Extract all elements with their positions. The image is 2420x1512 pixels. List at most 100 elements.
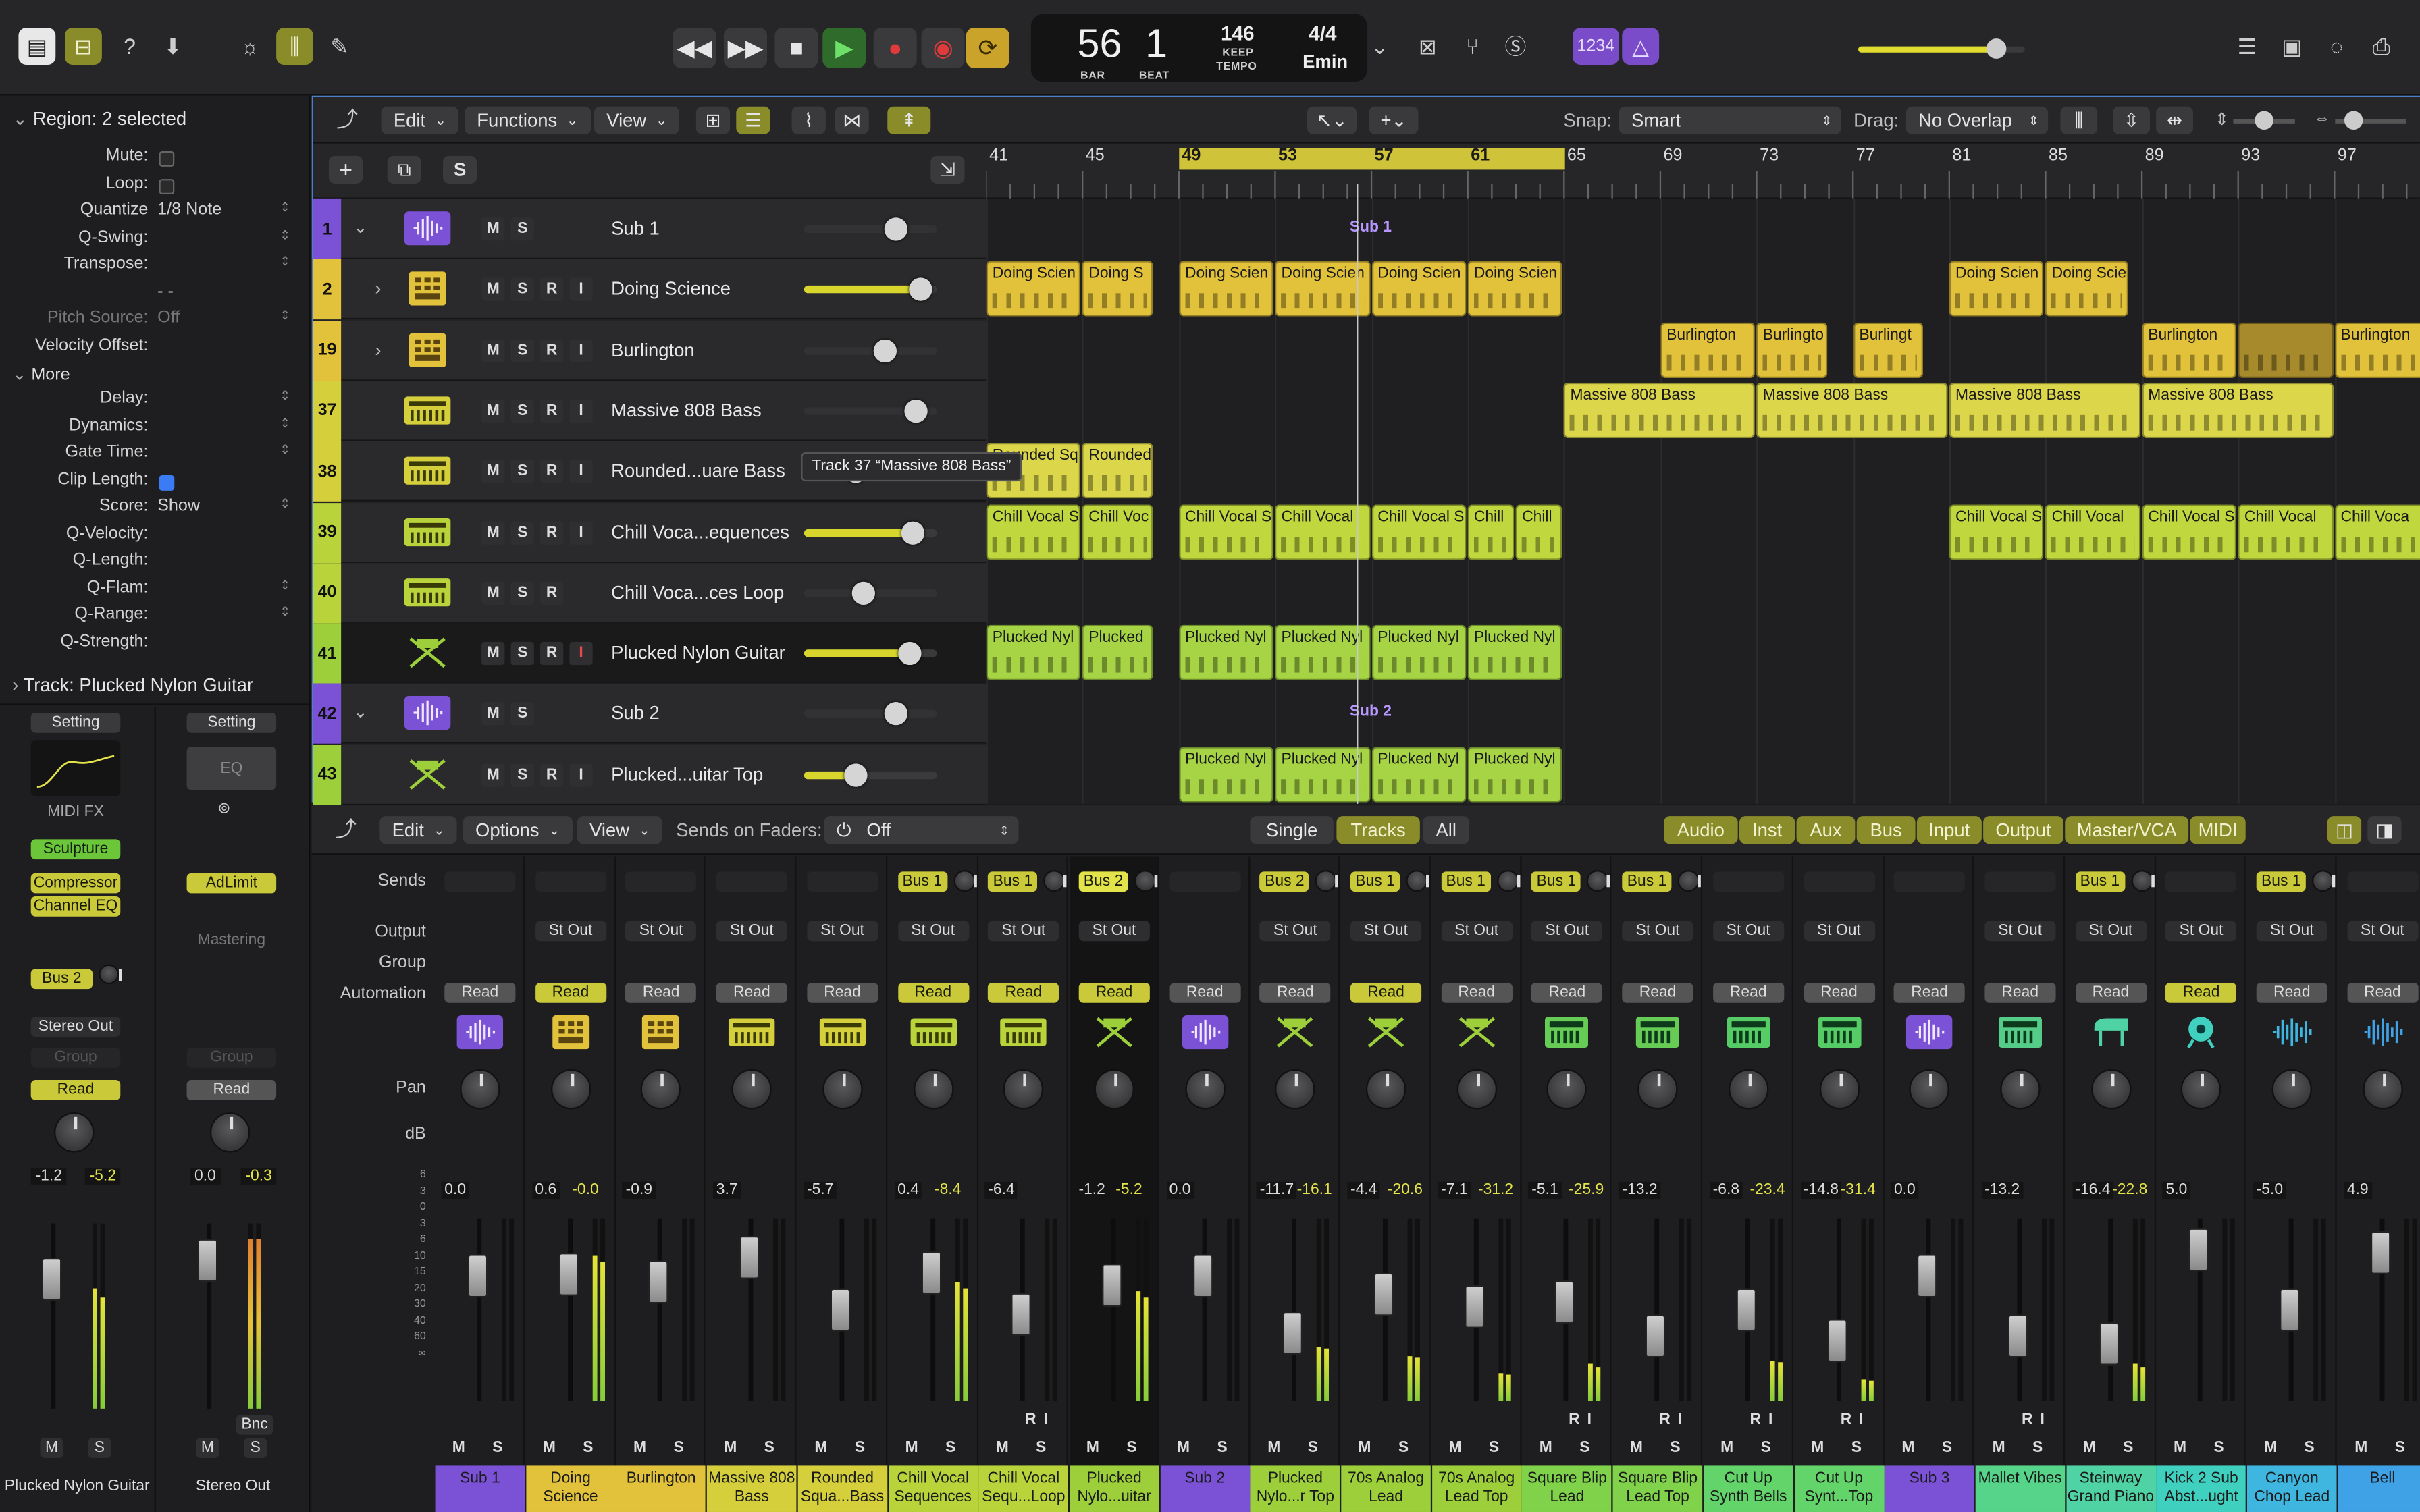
instrument-slot[interactable]: Sculpture xyxy=(30,839,121,860)
mute-button[interactable]: M xyxy=(481,460,505,483)
cycle-range[interactable] xyxy=(1179,148,1565,170)
region[interactable]: Doing Scie xyxy=(2045,261,2128,317)
group-slot[interactable]: Group xyxy=(186,1047,277,1068)
chevron-updown-icon[interactable]: ⇕ xyxy=(280,227,290,242)
group-slot[interactable]: Group xyxy=(30,1047,121,1068)
send-slot[interactable]: Bus 2 xyxy=(30,969,93,990)
region[interactable]: Chill Vocal S xyxy=(2142,504,2237,560)
setting-button[interactable]: Setting xyxy=(186,712,277,733)
solo-button[interactable]: S xyxy=(2395,1440,2405,1457)
region[interactable]: Plucked xyxy=(1082,624,1153,681)
solo-button[interactable]: S xyxy=(1942,1440,1952,1457)
region[interactable]: Doing Scien xyxy=(1949,261,2045,317)
volume-slider[interactable] xyxy=(804,346,937,354)
inspector-row[interactable]: Delay: ⇕ xyxy=(0,389,309,415)
region[interactable]: Burlingt xyxy=(1853,321,1924,378)
pan-knob[interactable] xyxy=(822,1069,863,1110)
filter-aux[interactable]: Aux xyxy=(1796,816,1856,844)
pan-knob[interactable] xyxy=(550,1069,591,1110)
solo-button[interactable]: S xyxy=(2305,1440,2315,1457)
pan-knob[interactable] xyxy=(2000,1069,2041,1110)
tracks-lanes[interactable]: Sub 1 Doing Scien Doing S Doing Scien Doing … xyxy=(986,198,2420,804)
solo-button[interactable]: S xyxy=(1217,1440,1227,1457)
input-monitor-button[interactable]: I xyxy=(569,763,593,786)
solo-button[interactable]: S xyxy=(510,338,534,362)
mute-button[interactable]: M xyxy=(2355,1440,2367,1457)
region[interactable]: Chill Vocal S xyxy=(1371,504,1467,560)
link-icon[interactable]: ⊚ xyxy=(217,801,230,817)
inspector-row[interactable]: Velocity Offset: xyxy=(0,335,309,362)
strip-name[interactable]: Square Blip Lead Top xyxy=(1612,1465,1703,1512)
mute-button[interactable]: M xyxy=(481,763,505,786)
record-enable-button[interactable]: R xyxy=(540,520,564,544)
solo-button[interactable]: S xyxy=(510,217,534,241)
mute-button[interactable]: M xyxy=(1267,1440,1280,1457)
options-menu[interactable]: Options ⌄ xyxy=(463,816,573,844)
region[interactable]: Plucked Nyl xyxy=(986,624,1081,681)
send-level-knob[interactable] xyxy=(1496,870,1520,892)
record-enable-button[interactable]: R xyxy=(540,763,564,786)
output-slot[interactable]: St Out xyxy=(1712,921,1784,942)
bounce-button[interactable]: Bnc xyxy=(236,1414,273,1435)
solo-button[interactable]: S xyxy=(855,1440,865,1457)
automation-mode[interactable]: Read xyxy=(2165,982,2237,1003)
output-slot[interactable]: St Out xyxy=(535,921,606,942)
volume-knob[interactable] xyxy=(851,581,875,605)
chevron-down-icon[interactable]: ⌄ xyxy=(1361,28,1398,65)
automation-mode[interactable]: Read xyxy=(1803,982,1874,1003)
narrow-strips-icon[interactable]: ◫ xyxy=(2327,816,2362,844)
slider-knob[interactable] xyxy=(2344,111,2363,130)
region[interactable]: Chill Vocal S xyxy=(1178,504,1274,560)
volume-fader[interactable] xyxy=(1735,1288,1756,1332)
playhead[interactable] xyxy=(1357,183,1359,804)
setting-button[interactable]: Setting xyxy=(30,712,121,733)
region[interactable]: Chill xyxy=(1515,504,1562,560)
mute-button[interactable]: M xyxy=(996,1440,1009,1457)
list-icon[interactable]: ☰ xyxy=(2229,28,2266,65)
inspector-row[interactable]: Gate Time: ⇕ xyxy=(0,443,309,469)
chevron-updown-icon[interactable]: ⇕ xyxy=(280,578,290,592)
record-enable-button[interactable]: R xyxy=(1750,1411,1762,1428)
region[interactable]: Chill xyxy=(1467,504,1515,560)
input-monitor-button[interactable]: I xyxy=(569,642,593,666)
forward-icon[interactable]: ▶▶ xyxy=(723,28,767,68)
volume-fader[interactable] xyxy=(1645,1314,1666,1357)
mute-button[interactable]: M xyxy=(481,642,505,666)
play-icon[interactable]: ▶ xyxy=(822,28,866,68)
output-slot[interactable]: St Out xyxy=(1441,921,1512,942)
chevron-updown-icon[interactable]: ⇕ xyxy=(280,254,290,269)
strip-name[interactable]: Rounded Squa...Bass xyxy=(797,1465,887,1512)
solo-button[interactable]: S xyxy=(1761,1440,1771,1457)
send-slot[interactable]: Bus 1 xyxy=(2075,871,2125,892)
track-name[interactable]: Chill Voca...equences xyxy=(611,520,789,542)
region[interactable]: Doing Scien xyxy=(1371,261,1467,317)
pan-knob[interactable] xyxy=(912,1069,953,1110)
input-monitor-button[interactable]: I xyxy=(569,460,593,483)
track-header[interactable]: 1 ⌄ M S Sub 1 xyxy=(313,198,987,259)
track-header[interactable]: 43 M S R I Plucked...uitar Top xyxy=(313,745,987,805)
volume-fader[interactable] xyxy=(830,1288,850,1332)
fit-vertical-icon[interactable]: ⇳ xyxy=(2113,106,2150,134)
pan-knob[interactable] xyxy=(2271,1069,2312,1110)
region[interactable]: Massive 808 Bass xyxy=(1756,382,1948,438)
automation-mode[interactable]: Read xyxy=(1622,982,1693,1003)
strip-name[interactable]: 70s Analog Lead xyxy=(1341,1465,1431,1512)
automation-mode[interactable]: Read xyxy=(1350,982,1422,1003)
region[interactable] xyxy=(2238,321,2334,378)
region[interactable]: Chill Vocal S xyxy=(986,504,1081,560)
automation-mode[interactable]: Read xyxy=(1441,982,1512,1003)
mute-button[interactable]: M xyxy=(1177,1440,1190,1457)
mute-button[interactable]: M xyxy=(196,1438,219,1458)
track-header[interactable]: 39 M S R I Chill Voca...equences xyxy=(313,502,987,563)
send-level-knob[interactable] xyxy=(1677,870,1702,892)
volume-fader[interactable] xyxy=(920,1250,941,1294)
inspector-row[interactable]: Q-Velocity: xyxy=(0,524,309,550)
strip-name[interactable]: Kick 2 Sub Abst...ught xyxy=(2156,1465,2246,1512)
automation-mode[interactable]: Read xyxy=(186,1079,277,1100)
filter-master-vca[interactable]: Master/VCA xyxy=(2065,816,2189,844)
chevron-down-icon[interactable]: ⌄ xyxy=(353,703,367,722)
input-monitor-button[interactable]: I xyxy=(1587,1411,1592,1428)
region[interactable]: Massive 808 Bass xyxy=(1949,382,2140,438)
browser-icon[interactable]: ⎙ xyxy=(2363,28,2400,65)
inspector-row[interactable]: Quantize 1/8 Note ⇕ xyxy=(0,200,309,227)
